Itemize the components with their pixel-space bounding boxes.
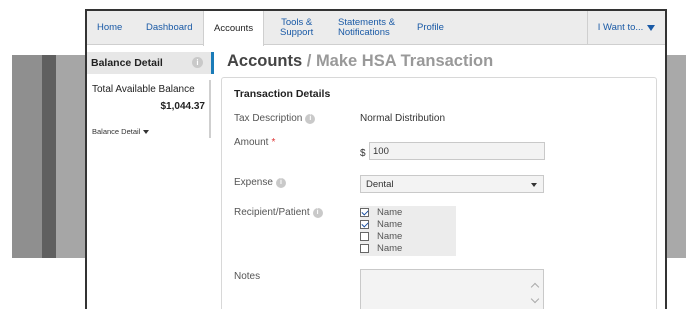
notes-label: Notes xyxy=(234,271,260,282)
required-marker: * xyxy=(271,137,276,148)
i-want-to-menu[interactable]: I Want to... xyxy=(587,11,665,45)
nav-home[interactable]: Home xyxy=(97,11,122,45)
decorative-stripe xyxy=(56,55,86,258)
info-icon[interactable]: i xyxy=(192,57,203,68)
sidebar-header: Balance Detail i xyxy=(87,52,211,74)
tax-description-label: Tax Description i xyxy=(234,113,316,124)
recipient-list: Name Name Name Name xyxy=(360,206,456,256)
app-window: Home Dashboard Accounts Tools & Support … xyxy=(85,9,667,309)
recipient-option[interactable]: Name xyxy=(360,243,402,254)
info-icon[interactable]: i xyxy=(312,207,323,218)
amount-label-text: Amount xyxy=(234,137,269,148)
decorative-stripe xyxy=(12,55,42,258)
transaction-form-panel: Transaction Details Tax Description i No… xyxy=(221,77,657,309)
balance-label: Total Available Balance xyxy=(92,84,195,95)
recipient-label: Recipient/Patient i xyxy=(234,207,323,218)
nav-tools-support[interactable]: Tools & Support xyxy=(280,11,313,45)
amount-input[interactable]: 100 xyxy=(369,142,545,160)
recipient-option[interactable]: Name xyxy=(360,219,402,230)
sidebar: Balance Detail i Total Available Balance… xyxy=(87,46,214,309)
top-nav: Home Dashboard Accounts Tools & Support … xyxy=(87,11,665,46)
nav-statements-notifications[interactable]: Statements & Notifications xyxy=(338,11,395,45)
recipient-checkbox[interactable] xyxy=(360,244,369,253)
chevron-down-icon xyxy=(647,25,656,31)
nav-dashboard[interactable]: Dashboard xyxy=(146,11,192,45)
nav-profile[interactable]: Profile xyxy=(417,11,444,45)
expense-selected-value: Dental xyxy=(366,178,394,190)
nav-accounts[interactable]: Accounts xyxy=(203,11,265,46)
currency-symbol: $ xyxy=(360,148,366,159)
amount-label: Amount * xyxy=(234,137,275,148)
caret-down-icon xyxy=(143,129,150,134)
recipient-name: Name xyxy=(377,207,403,218)
recipient-checkbox[interactable] xyxy=(360,220,369,229)
info-icon[interactable]: i xyxy=(275,177,286,188)
notes-textarea[interactable] xyxy=(360,269,544,309)
recipient-checkbox[interactable] xyxy=(360,208,369,217)
balance-detail-toggle[interactable]: Balance Detail xyxy=(92,127,150,136)
recipient-option[interactable]: Name xyxy=(360,207,402,218)
recipient-name: Name xyxy=(377,219,403,230)
page-title: Accounts / Make HSA Transaction xyxy=(227,52,493,71)
sidebar-scrollbar[interactable] xyxy=(209,80,211,138)
dropdown-arrow-icon xyxy=(531,183,537,187)
tax-description-text: Tax Description xyxy=(234,113,303,124)
recipient-checkbox[interactable] xyxy=(360,232,369,241)
expense-label-text: Expense xyxy=(234,177,273,188)
balance-amount: $1,044.37 xyxy=(160,101,206,112)
recipient-option[interactable]: Name xyxy=(360,231,402,242)
decorative-stripe xyxy=(42,55,56,258)
recipient-name: Name xyxy=(377,243,403,254)
page-title-main: Accounts xyxy=(227,52,303,70)
panel-title: Transaction Details xyxy=(234,88,331,100)
recipient-label-text: Recipient/Patient xyxy=(234,207,310,218)
info-icon[interactable]: i xyxy=(305,113,316,124)
scroll-up-icon[interactable] xyxy=(530,282,540,292)
expense-label: Expense i xyxy=(234,177,286,188)
expense-select[interactable]: Dental xyxy=(360,175,544,193)
notes-label-text: Notes xyxy=(234,271,261,282)
sidebar-accent-bar xyxy=(211,52,214,74)
balance-detail-label: Balance Detail xyxy=(92,127,141,136)
sidebar-title: Balance Detail xyxy=(91,57,163,69)
amount-value: 100 xyxy=(373,145,389,157)
i-want-to-label: I Want to... xyxy=(597,22,644,33)
scroll-down-icon[interactable] xyxy=(530,294,540,304)
recipient-name: Name xyxy=(377,231,403,242)
page-title-sub: / Make HSA Transaction xyxy=(302,52,494,70)
tax-description-value: Normal Distribution xyxy=(360,113,446,124)
